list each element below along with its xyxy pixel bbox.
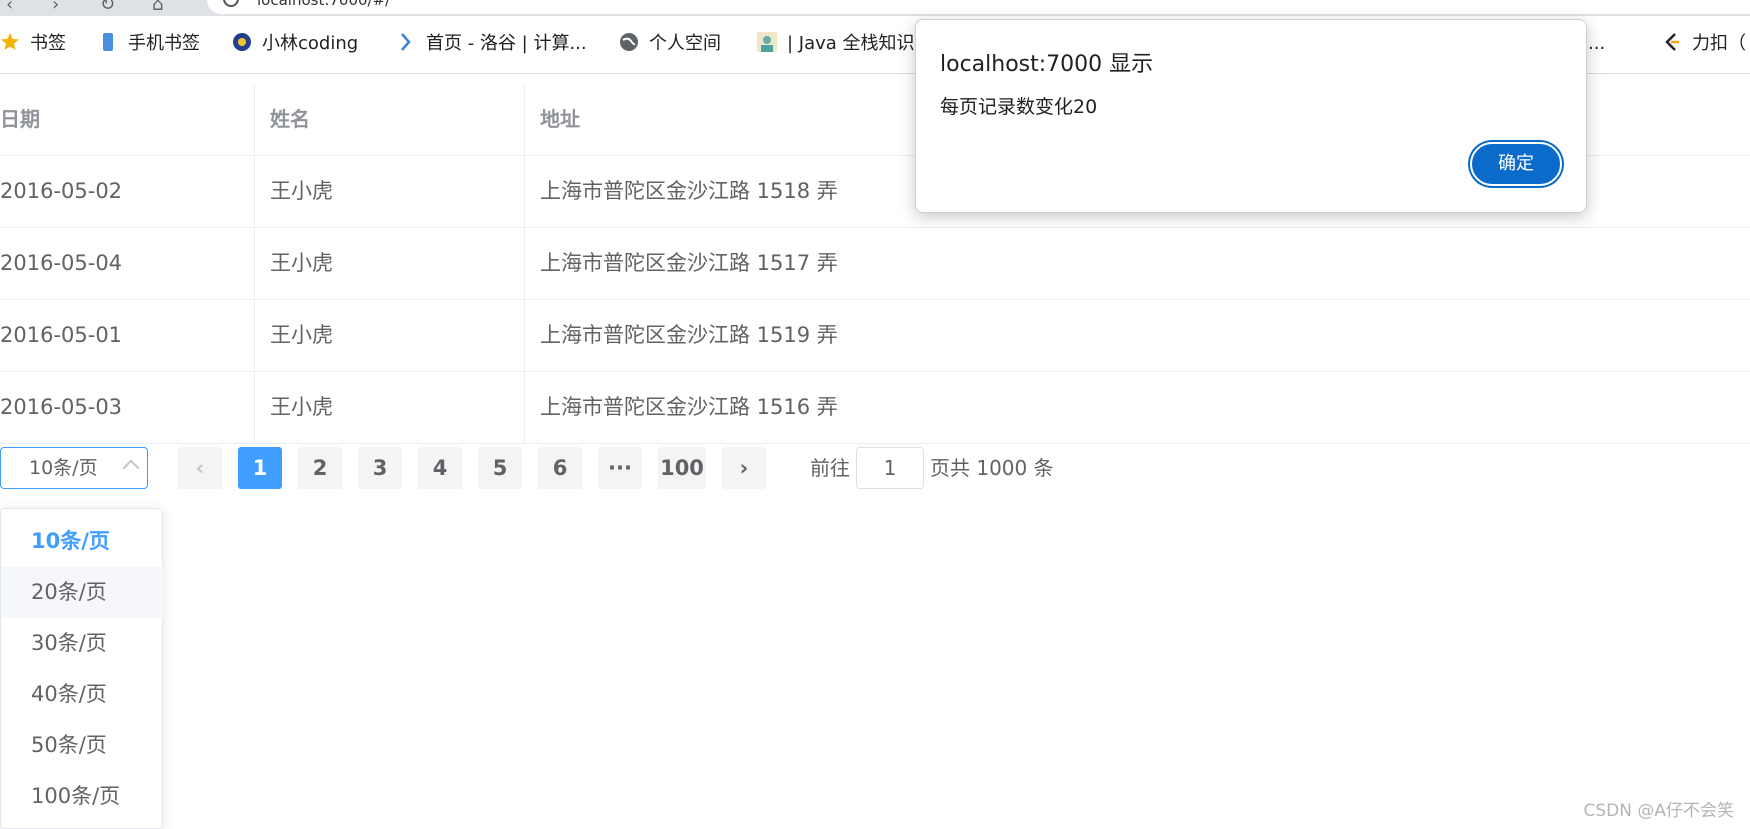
chevron-left-icon: ‹ [195,456,205,480]
page-size-option[interactable]: 100条/页 [1,771,164,822]
chevron-right-icon: › [739,456,749,480]
avatar-icon [757,32,777,52]
column-divider [254,84,255,444]
luogu-icon [401,33,411,51]
site-info-icon[interactable] [223,0,239,7]
page-size-option[interactable]: 30条/页 [1,618,164,669]
cell-address: 上海市普陀区金沙江路 1517 弄 [540,251,838,275]
page-button-5[interactable]: 5 [478,447,522,489]
bookmark-label: 个人空间 [649,33,721,54]
more-pages-button[interactable]: ··· [598,447,642,489]
cell-address: 上海市普陀区金沙江路 1516 弄 [540,395,838,419]
confirm-button[interactable]: 确定 [1470,142,1562,186]
globe-icon [620,33,638,51]
bookmark-item[interactable]: 手机书签 [98,31,200,57]
column-divider [524,84,525,444]
bookmark-item[interactable]: 首页 - 洛谷 | 计算... [396,31,587,57]
cell-name: 王小虎 [270,395,333,419]
page-size-option[interactable]: 10条/页 [1,516,164,567]
bookmark-label: 手机书签 [128,33,200,54]
home-icon[interactable]: ⌂ [152,0,163,15]
table-row[interactable]: 2016-05-04 王小虎 上海市普陀区金沙江路 1517 弄 [0,228,1750,300]
jump-prefix: 前往 [810,456,850,480]
alert-message: 每页记录数变化20 [940,96,1098,118]
page-button-100[interactable]: 100 [658,447,706,489]
site-logo-icon [233,33,251,51]
phone-icon [103,33,113,51]
bookmark-label: 力扣（ [1692,33,1746,54]
page-size-select[interactable]: 10条/页 [0,447,148,489]
bookmark-label: | Java 全栈知识 [787,33,915,54]
cell-address: 上海市普陀区金沙江路 1519 弄 [540,323,838,347]
page-size-value: 10条/页 [29,457,98,479]
page-size-option[interactable]: 40条/页 [1,669,164,720]
browser-tab-strip: ‹ › ↻ ⌂ localhost:7000/#/ [0,0,1750,16]
column-header-address[interactable]: 地址 [540,84,580,155]
page-size-option[interactable]: 20条/页 [1,567,164,618]
page-size-dropdown: 10条/页 20条/页 30条/页 40条/页 50条/页 100条/页 [0,508,164,829]
prev-page-button[interactable]: ‹ [178,447,222,489]
page-button-2[interactable]: 2 [298,447,342,489]
leetcode-icon [1665,33,1679,51]
table-row[interactable]: 2016-05-01 王小虎 上海市普陀区金沙江路 1519 弄 [0,300,1750,372]
forward-icon[interactable]: › [52,0,59,15]
bookmark-item[interactable]: 书签 [0,31,66,57]
table-row[interactable]: 2016-05-03 王小虎 上海市普陀区金沙江路 1516 弄 [0,372,1750,444]
alert-title: localhost:7000 显示 [940,52,1154,77]
bookmark-item[interactable]: | Java 全栈知识 [757,31,915,57]
total-count: 页共 1000 条 [930,456,1054,480]
bookmark-item[interactable]: 力扣（ [1662,31,1746,57]
jump-page-input[interactable]: 1 [856,447,924,489]
page-button-1[interactable]: 1 [238,447,282,489]
back-icon[interactable]: ‹ [6,0,13,15]
watermark: CSDN @A仔不会笑 [1583,801,1734,821]
page-size-option[interactable]: 50条/页 [1,720,164,771]
bookmark-label: 首页 - 洛谷 | 计算... [426,33,587,54]
bookmark-item[interactable]: 个人空间 [619,31,721,57]
cell-date: 2016-05-01 [0,323,123,347]
address-bar[interactable]: localhost:7000/#/ [207,0,1750,14]
bookmark-label: 书签 [30,33,66,54]
column-header-name[interactable]: 姓名 [270,84,310,155]
page-button-4[interactable]: 4 [418,447,462,489]
cell-name: 王小虎 [270,179,333,203]
next-page-button[interactable]: › [722,447,766,489]
page-button-6[interactable]: 6 [538,447,582,489]
page-button-3[interactable]: 3 [358,447,402,489]
cell-address: 上海市普陀区金沙江路 1518 弄 [540,179,838,203]
alert-dialog: localhost:7000 显示 每页记录数变化20 确定 [915,19,1587,213]
star-icon [1,33,19,50]
reload-icon[interactable]: ↻ [100,0,115,15]
bookmark-item[interactable]: 小林coding [232,31,358,57]
chevron-up-icon [122,459,140,477]
bookmark-label: 小林coding [262,33,359,54]
cell-date: 2016-05-03 [0,395,123,419]
column-header-date[interactable]: 日期 [0,84,40,155]
address-text: localhost:7000/#/ [257,0,391,9]
cell-name: 王小虎 [270,251,333,275]
cell-date: 2016-05-04 [0,251,123,275]
pagination: 10条/页 ‹ 1 2 3 4 5 6 ··· 100 › 前往 1 页共 10… [0,447,1750,491]
cell-date: 2016-05-02 [0,179,123,203]
cell-name: 王小虎 [270,323,333,347]
